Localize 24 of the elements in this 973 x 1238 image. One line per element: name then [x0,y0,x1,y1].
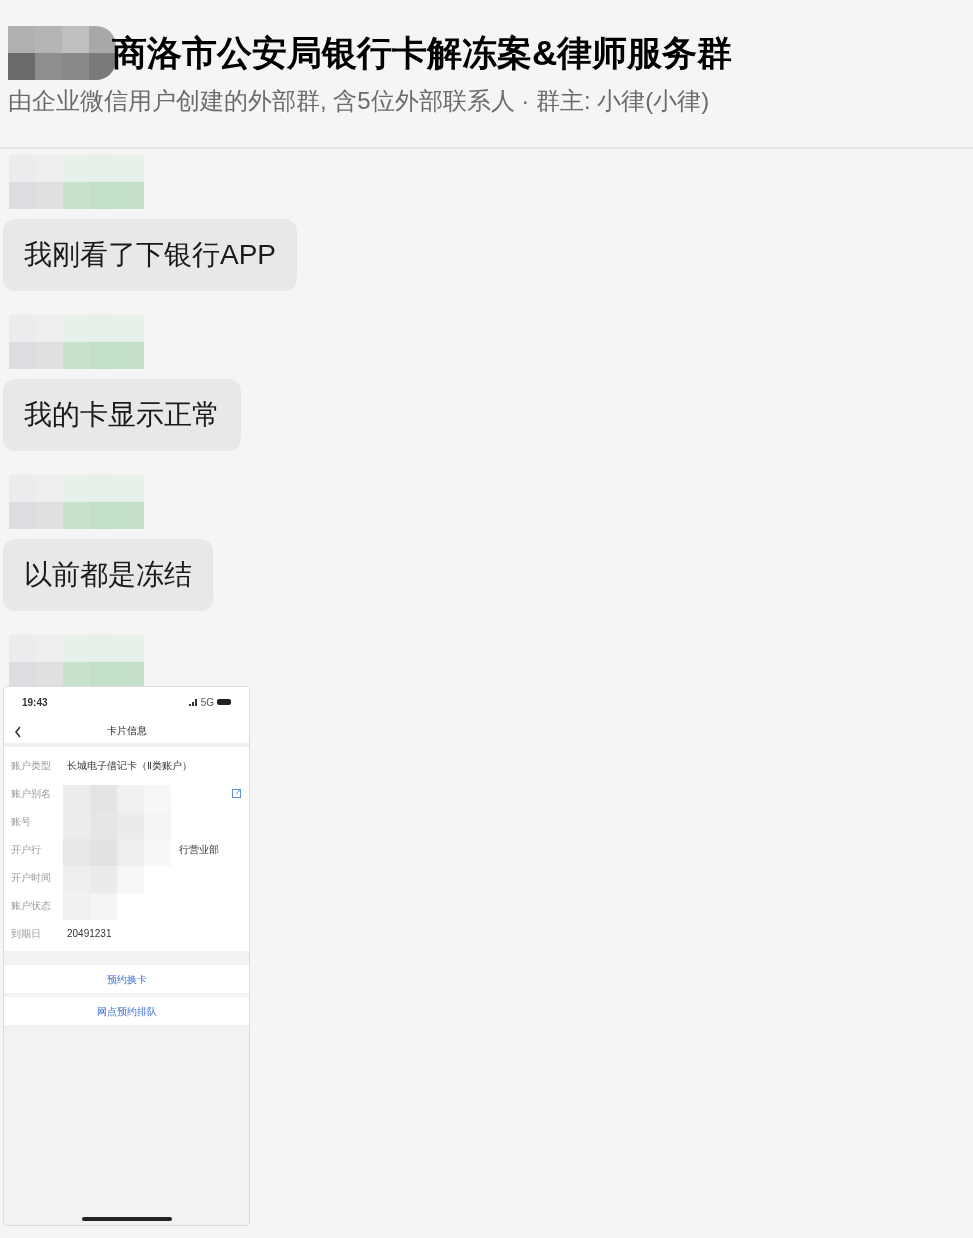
action-button[interactable]: 预约换卡 [4,965,249,993]
battery-icon [217,699,231,705]
group-title: 商洛市公安局银行卡解冻案&律师服务群 [112,31,733,74]
field-label: 到期日 [11,926,42,941]
status-time: 19:43 [22,695,48,710]
network-label: 5G [200,695,214,710]
field-value: 长城电子借记卡（Ⅱ类账户） [67,758,192,773]
message-bubble: 我刚看了下银行APP [3,219,298,291]
action-button[interactable]: 网点预约排队 [4,997,249,1025]
field-value: 20491231 [67,926,112,941]
message-bubble: 我的卡显示正常 [3,379,241,451]
field-label: 账号 [11,814,32,829]
screen-title: 卡片信息 [106,723,147,738]
field-label: 账户别名 [11,786,52,801]
field-label: 账户类型 [11,758,52,773]
edit-icon[interactable] [232,788,242,798]
back-icon[interactable] [14,726,22,738]
signal-icon [188,698,198,706]
field-value: 行营业部 [179,842,219,857]
field-label: 开户时间 [11,870,52,885]
message-bubble: 以前都是冻结 [3,539,213,611]
field-label: 开户行 [11,842,42,857]
group-subtitle: 由企业微信用户创建的外部群, 含5位外部联系人 · 群主: 小律(小律) [8,86,711,116]
field-label: 账户状态 [11,898,52,913]
